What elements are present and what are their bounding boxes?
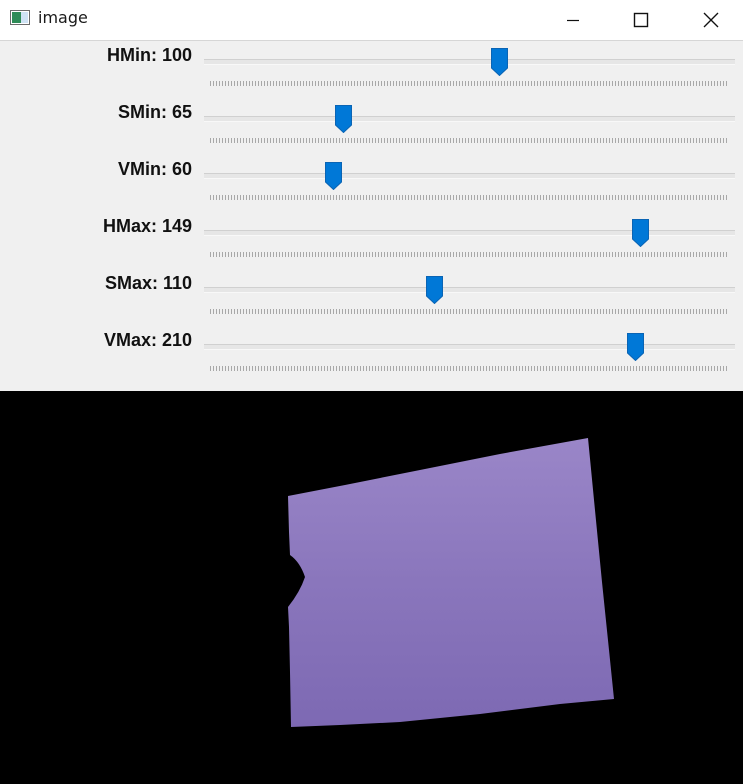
trackbar-ticks xyxy=(210,138,728,143)
trackbar-ticks xyxy=(210,81,728,86)
trackbar-smin: SMin: 65 xyxy=(0,98,743,155)
trackbar-thumb[interactable] xyxy=(425,276,443,304)
title-bar[interactable]: image xyxy=(0,0,743,41)
trackbar-hmin: HMin: 100 xyxy=(0,41,743,98)
app-window: image HMin: 100 SMin: 65 VMin: 60 HMax: … xyxy=(0,0,743,780)
trackbar-panel: HMin: 100 SMin: 65 VMin: 60 HMax: 149 SM… xyxy=(0,41,743,391)
trackbar-track[interactable] xyxy=(204,173,735,179)
trackbar-track[interactable] xyxy=(204,287,735,293)
window-title: image xyxy=(38,8,88,27)
trackbar-hmax: HMax: 149 xyxy=(0,212,743,269)
trackbar-smax: SMax: 110 xyxy=(0,269,743,326)
minimize-button[interactable] xyxy=(538,0,608,40)
trackbar-track[interactable] xyxy=(204,59,735,65)
trackbar-thumb[interactable] xyxy=(335,105,353,133)
trackbar-thumb[interactable] xyxy=(491,48,509,76)
close-button[interactable] xyxy=(676,0,743,40)
image-display xyxy=(0,392,743,780)
trackbar-label: SMin: 65 xyxy=(117,102,192,122)
minimize-icon xyxy=(567,19,579,22)
trackbar-track[interactable] xyxy=(204,230,735,236)
maximize-button[interactable] xyxy=(606,0,676,40)
trackbar-label: VMin: 60 xyxy=(117,159,192,179)
trackbar-vmax: VMax: 210 xyxy=(0,326,743,383)
window-image-icon xyxy=(10,10,30,25)
trackbar-track[interactable] xyxy=(204,344,735,350)
trackbar-label: HMax: 149 xyxy=(102,216,192,236)
trackbar-track[interactable] xyxy=(204,116,735,122)
masked-image xyxy=(0,392,743,780)
trackbar-label: VMax: 210 xyxy=(103,330,192,350)
trackbar-thumb[interactable] xyxy=(627,333,645,361)
trackbar-thumb[interactable] xyxy=(324,162,342,190)
trackbar-label: HMin: 100 xyxy=(106,45,192,65)
trackbar-ticks xyxy=(210,309,728,314)
trackbar-ticks xyxy=(210,195,728,200)
trackbar-ticks xyxy=(210,252,728,257)
maximize-icon xyxy=(633,12,649,28)
trackbar-vmin: VMin: 60 xyxy=(0,155,743,212)
trackbar-label: SMax: 110 xyxy=(104,273,192,293)
trackbar-thumb[interactable] xyxy=(631,219,649,247)
close-icon xyxy=(703,12,719,28)
trackbar-ticks xyxy=(210,366,728,371)
